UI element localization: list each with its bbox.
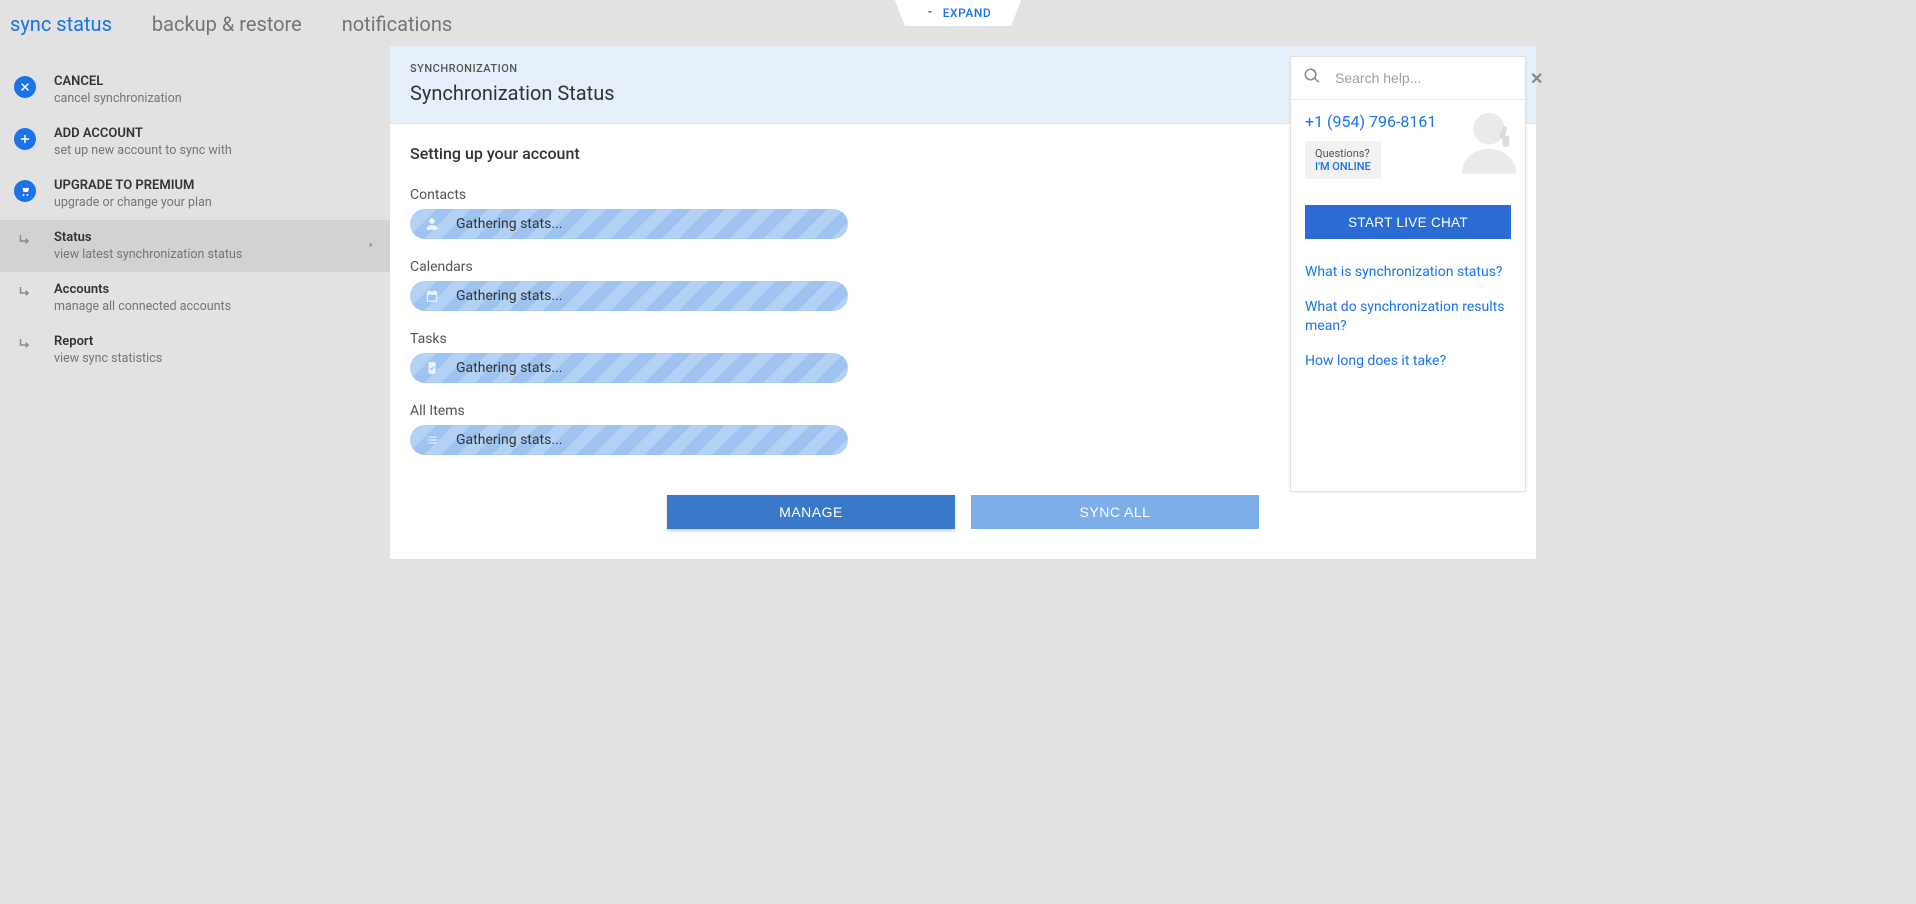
- sidebar-nav-subtitle: view sync statistics: [54, 351, 376, 366]
- help-bubble-question: Questions?: [1315, 147, 1371, 160]
- sub-arrow-icon: [14, 282, 36, 302]
- person-icon: [424, 216, 440, 232]
- progress-bar-tasks: Gathering stats...: [410, 353, 848, 383]
- sidebar-nav-accounts[interactable]: Accounts manage all connected accounts: [0, 272, 390, 324]
- progress-status: Gathering stats...: [456, 360, 562, 376]
- sidebar-nav-report[interactable]: Report view sync statistics: [0, 324, 390, 376]
- plus-circle-icon: [14, 126, 36, 150]
- help-bubble-online: I'M ONLINE: [1315, 160, 1371, 173]
- sidebar-action-subtitle: set up new account to sync with: [54, 143, 376, 158]
- tab-sync-status[interactable]: sync status: [10, 12, 112, 36]
- cart-circle-icon: [14, 178, 36, 202]
- sidebar-nav-status[interactable]: Status view latest synchronization statu…: [0, 220, 390, 272]
- help-link[interactable]: How long does it take?: [1291, 344, 1525, 379]
- chevron-right-icon: [366, 237, 376, 256]
- top-tabs: sync status backup & restore notificatio…: [0, 0, 1916, 46]
- sub-arrow-icon: [14, 230, 36, 250]
- sidebar-nav-subtitle: manage all connected accounts: [54, 299, 376, 314]
- sub-arrow-icon: [14, 334, 36, 354]
- sidebar-action-add-account[interactable]: ADD ACCOUNT set up new account to sync w…: [0, 116, 390, 168]
- sidebar: CANCEL cancel synchronization ADD ACCOUN…: [0, 46, 390, 559]
- progress-status: Gathering stats...: [456, 432, 562, 448]
- sidebar-action-subtitle: cancel synchronization: [54, 91, 376, 106]
- button-row: MANAGE SYNC ALL: [410, 495, 1516, 529]
- help-link[interactable]: What do synchronization results mean?: [1291, 290, 1525, 344]
- sync-all-button[interactable]: SYNC ALL: [971, 495, 1259, 529]
- close-circle-icon: [14, 74, 36, 98]
- clipboard-icon: [424, 360, 440, 376]
- progress-status: Gathering stats...: [456, 216, 562, 232]
- sidebar-action-upgrade[interactable]: UPGRADE TO PREMIUM upgrade or change you…: [0, 168, 390, 220]
- list-icon: [424, 432, 440, 448]
- tab-notifications[interactable]: notifications: [342, 12, 452, 36]
- sidebar-action-subtitle: upgrade or change your plan: [54, 195, 376, 210]
- sidebar-action-title: UPGRADE TO PREMIUM: [54, 178, 376, 193]
- calendar-icon: [424, 288, 440, 304]
- support-agent-avatar-icon: [1453, 104, 1525, 176]
- manage-button[interactable]: MANAGE: [667, 495, 955, 529]
- sidebar-nav-title: Report: [54, 334, 376, 349]
- sidebar-nav-title: Status: [54, 230, 348, 245]
- sidebar-action-cancel[interactable]: CANCEL cancel synchronization: [0, 64, 390, 116]
- sidebar-nav-title: Accounts: [54, 282, 376, 297]
- search-icon: [1303, 67, 1321, 89]
- help-bubble: Questions? I'M ONLINE: [1305, 141, 1381, 179]
- help-search-row: ✕: [1291, 57, 1525, 100]
- tab-backup-restore[interactable]: backup & restore: [152, 12, 302, 36]
- help-link[interactable]: What is synchronization status?: [1291, 255, 1525, 290]
- progress-bar-contacts: Gathering stats...: [410, 209, 848, 239]
- main-content: SYNCHRONIZATION Synchronization Status S…: [390, 46, 1916, 559]
- progress-status: Gathering stats...: [456, 288, 562, 304]
- sync-status-panel: SYNCHRONIZATION Synchronization Status S…: [390, 46, 1536, 559]
- search-input[interactable]: [1335, 70, 1516, 86]
- close-icon[interactable]: ✕: [1530, 69, 1543, 88]
- help-panel: ✕ +1 (954) 796-8161 Questions? I'M ONLIN…: [1290, 56, 1526, 492]
- sidebar-action-title: CANCEL: [54, 74, 376, 89]
- start-live-chat-button[interactable]: START LIVE CHAT: [1305, 205, 1511, 239]
- sidebar-nav-subtitle: view latest synchronization status: [54, 247, 348, 262]
- sidebar-action-title: ADD ACCOUNT: [54, 126, 376, 141]
- progress-bar-calendars: Gathering stats...: [410, 281, 848, 311]
- progress-bar-all-items: Gathering stats...: [410, 425, 848, 455]
